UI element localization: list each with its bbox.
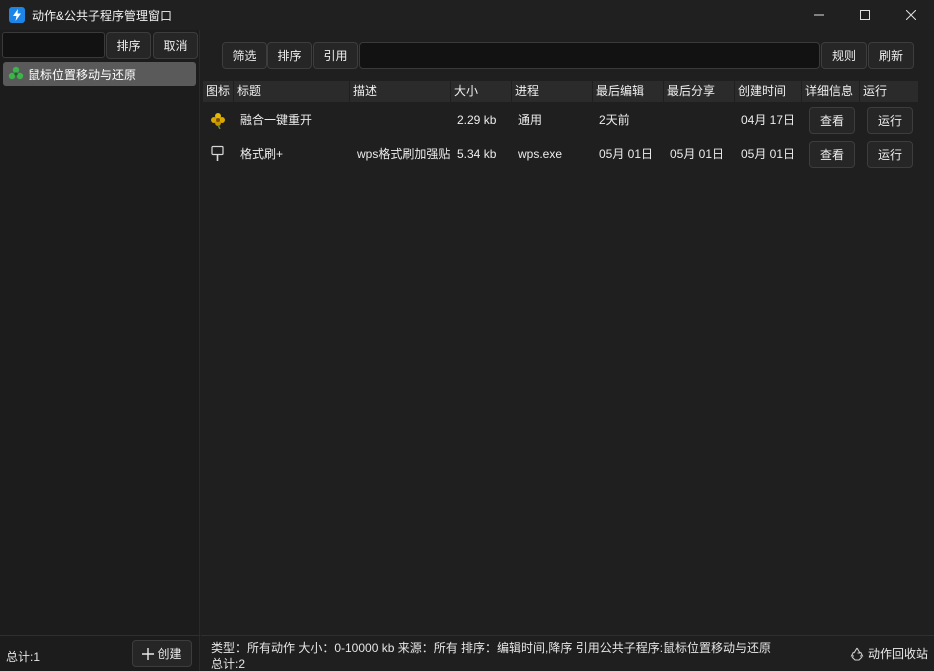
row-last-edit: 2天前	[599, 113, 630, 127]
window-title: 动作&公共子程序管理窗口	[32, 8, 173, 23]
maximize-icon	[860, 10, 870, 20]
close-icon	[906, 10, 916, 20]
row-desc	[357, 103, 453, 137]
row-size: 2.29 kb	[457, 113, 497, 127]
row-created: 04月 17日	[741, 113, 796, 127]
sidebar-footer: 总计:1 创建	[0, 635, 200, 671]
table-row[interactable]: 格式刷+ wps格式刷加强贴 5.34 kb wps.exe 05月 01日 0…	[203, 137, 919, 171]
recycle-icon	[850, 647, 864, 661]
toolbar-sort-button[interactable]: 排序	[267, 42, 312, 69]
row-process: wps.exe	[518, 147, 563, 161]
row-last-share: 05月 01日	[670, 147, 725, 161]
sidebar-total: 总计:1	[6, 650, 41, 664]
column-header-last-edit[interactable]: 最后编辑	[593, 81, 664, 102]
row-title: 融合一键重开	[240, 113, 313, 127]
column-header-title[interactable]: 标题	[234, 81, 350, 102]
run-button[interactable]: 运行	[867, 141, 913, 168]
sidebar: 排序 取消 鼠标位置移动与还原 总计:1 创建	[0, 30, 200, 671]
status-bar: 类型：所有动作 大小：0-10000 kb 来源：所有 排序：编辑时间,降序 引…	[201, 635, 934, 671]
status-total: 总计:2	[211, 657, 246, 671]
create-button[interactable]: 创建	[132, 640, 192, 667]
toolbar-search-input[interactable]	[359, 42, 820, 69]
run-button[interactable]: 运行	[867, 107, 913, 134]
status-filter-summary: 类型：所有动作 大小：0-10000 kb 来源：所有 排序：编辑时间,降序 引…	[211, 641, 772, 655]
row-title: 格式刷+	[240, 147, 284, 161]
sidebar-item-label: 鼠标位置移动与还原	[28, 67, 137, 82]
brush-icon	[210, 145, 226, 163]
row-last-share	[670, 103, 736, 137]
row-process: 通用	[518, 113, 543, 127]
yellow-flower-icon	[209, 111, 227, 129]
shared-group-icon	[8, 66, 24, 83]
minimize-button[interactable]	[796, 0, 842, 30]
sidebar-item-mouse-restore[interactable]: 鼠标位置移动与还原	[3, 62, 196, 86]
filter-button[interactable]: 筛选	[222, 42, 267, 69]
sidebar-search-input[interactable]	[2, 32, 105, 58]
row-last-edit: 05月 01日	[599, 147, 654, 161]
reference-button[interactable]: 引用	[313, 42, 358, 69]
refresh-button[interactable]: 刷新	[868, 42, 914, 69]
column-header-last-share[interactable]: 最后分享	[664, 81, 735, 102]
maximize-button[interactable]	[842, 0, 888, 30]
rules-button[interactable]: 规则	[821, 42, 867, 69]
column-header-desc[interactable]: 描述	[350, 81, 451, 102]
recycle-bin-button[interactable]: 动作回收站	[849, 645, 928, 662]
create-button-label: 创建	[157, 647, 182, 661]
view-details-button[interactable]: 查看	[809, 107, 855, 134]
sidebar-cancel-button[interactable]: 取消	[153, 32, 198, 59]
column-header-run[interactable]: 运行	[860, 81, 919, 102]
view-details-button[interactable]: 查看	[809, 141, 855, 168]
minimize-icon	[814, 14, 824, 16]
close-button[interactable]	[888, 0, 934, 30]
column-header-size[interactable]: 大小	[451, 81, 512, 102]
column-header-process[interactable]: 进程	[512, 81, 593, 102]
main-panel: 筛选 排序 引用 规则 刷新 图标 标题 描述 大小 进程 最后编辑 最后分享 …	[201, 30, 934, 671]
row-size: 5.34 kb	[457, 147, 497, 161]
column-header-icon[interactable]: 图标	[203, 81, 234, 102]
title-bar: 动作&公共子程序管理窗口	[0, 0, 934, 30]
row-desc: wps格式刷加强贴	[357, 147, 451, 161]
sidebar-sort-button[interactable]: 排序	[106, 32, 151, 59]
row-created: 05月 01日	[741, 147, 796, 161]
plus-icon	[142, 647, 155, 660]
table-header: 图标 标题 描述 大小 进程 最后编辑 最后分享 创建时间 详细信息 运行	[203, 81, 919, 102]
column-header-created[interactable]: 创建时间	[735, 81, 802, 102]
table-row[interactable]: 融合一键重开 2.29 kb 通用 2天前 04月 17日 查看 运行	[203, 103, 919, 137]
column-header-detail[interactable]: 详细信息	[802, 81, 860, 102]
lightning-app-icon	[9, 7, 25, 23]
recycle-bin-label: 动作回收站	[867, 647, 928, 661]
